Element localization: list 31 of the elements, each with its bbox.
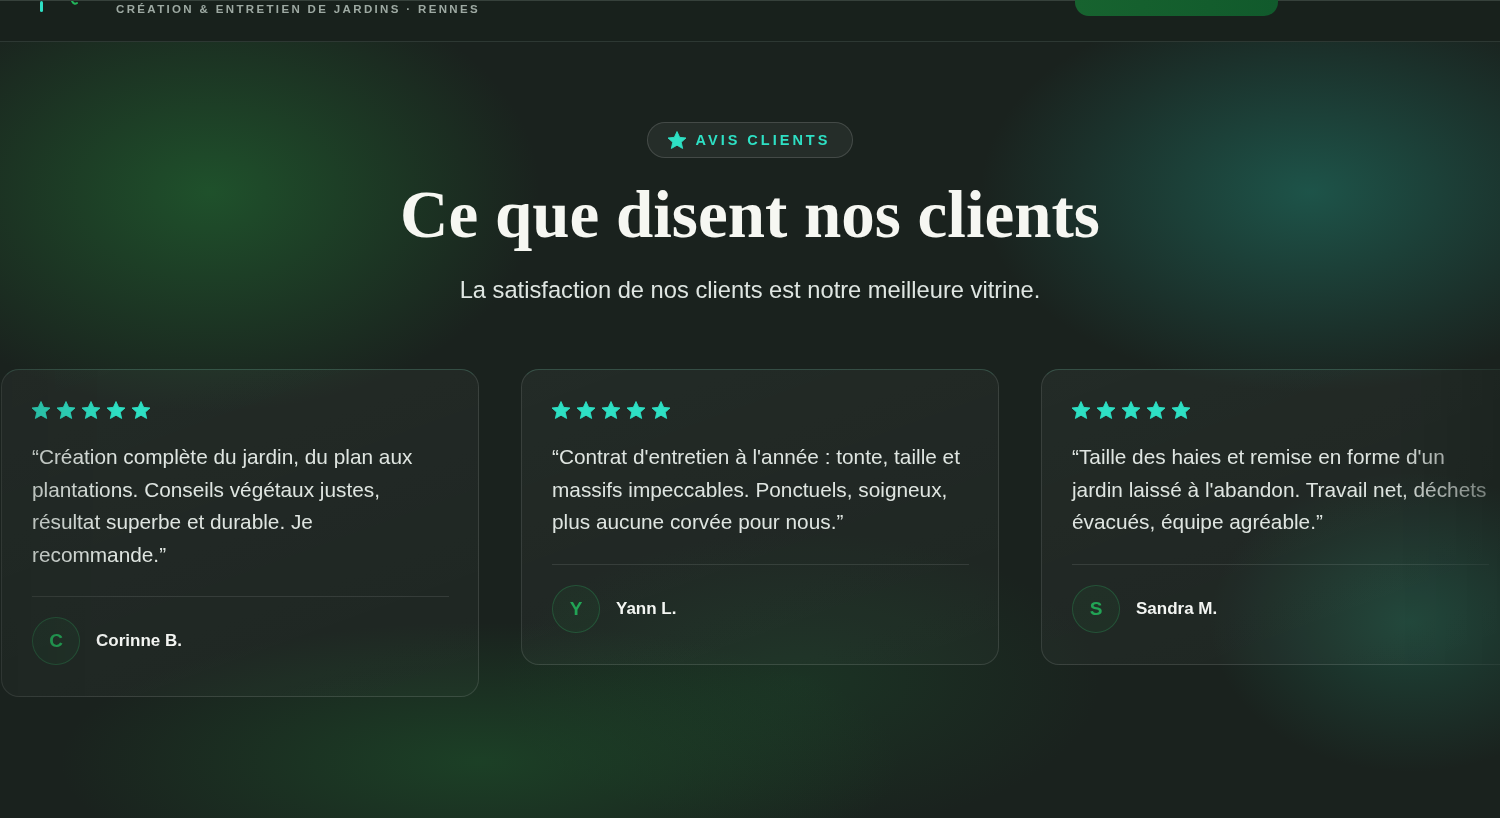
star-icon — [1147, 401, 1165, 419]
star-icon — [667, 131, 686, 149]
author-name: Corinne B. — [96, 631, 182, 651]
star-icon — [627, 401, 645, 419]
section-subtitle: La satisfaction de nos clients est notre meilleure vitrine. — [459, 276, 1041, 304]
star-icon — [552, 401, 570, 419]
header-button[interactable] — [1075, 0, 1278, 16]
star-icon — [32, 401, 50, 419]
star-icon — [602, 401, 620, 419]
testimonial-quote: “Contrat d'entretien à l'année : tonte, taille et massifs impeccables. Ponctuels, soigneux, plus aucune corvée pour nous.” — [552, 444, 961, 535]
star-icon — [82, 401, 100, 419]
star-icon — [652, 401, 670, 419]
author-name: Yann L. — [616, 598, 677, 619]
testimonial-quote: “Taille des haies et remise en forme d'un jardin laissé à l'abandon. Travail net, déchets évacués, équipe agréable.” — [1072, 444, 1488, 535]
star-icon — [577, 401, 595, 419]
star-icon — [1172, 401, 1190, 419]
star-icon — [1122, 401, 1140, 419]
star-icon — [107, 401, 125, 419]
author-name: Sandra M. — [1136, 598, 1218, 619]
avatar: C — [32, 617, 80, 665]
star-icon — [132, 401, 150, 419]
testimonial-quote: “Création complète du jardin, du plan aux plantations. Conseils végétaux justes, résultat superbe et durable. Je recommande.” — [32, 444, 414, 568]
logo-icon — [38, 1, 80, 12]
brand-tagline: CRÉATION & ENTRETIEN DE JARDINS · RENNES — [116, 2, 481, 16]
section-title: Ce que disent nos clients — [400, 176, 1100, 252]
badge-label: AVIS CLIENTS — [695, 132, 831, 148]
avatar: Y — [552, 584, 600, 633]
star-icon — [1072, 401, 1090, 419]
star-icon — [1097, 401, 1115, 419]
star-icon — [57, 401, 75, 419]
avatar: S — [1072, 584, 1120, 633]
